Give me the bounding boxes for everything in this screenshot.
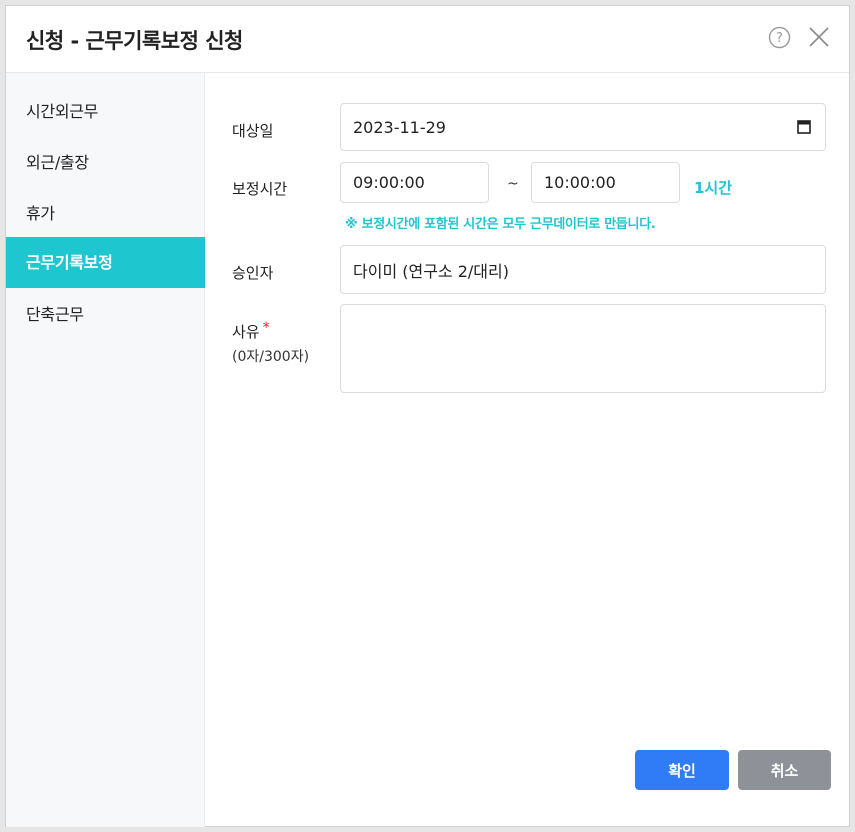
sidebar-item-work-record-correction[interactable]: 근무기록보정 xyxy=(6,237,205,288)
sidebar-item-business-trip[interactable]: 외근/출장 xyxy=(6,137,205,188)
confirm-button[interactable]: 확인 xyxy=(635,750,729,790)
close-icon[interactable] xyxy=(808,26,830,48)
application-dialog: 신청 - 근무기록보정 신청 ? 시간외근무 외근/출장 휴가 근무기록보정 단… xyxy=(5,5,850,827)
sidebar: 시간외근무 외근/출장 휴가 근무기록보정 단축근무 xyxy=(6,73,205,827)
approver-field[interactable]: 다이미 (연구소 2/대리) xyxy=(340,245,826,294)
end-time-field[interactable]: 10:00:00 xyxy=(531,162,680,203)
approver-value: 다이미 (연구소 2/대리) xyxy=(353,261,509,281)
target-date-label: 대상일 xyxy=(232,122,274,140)
target-date-value: 2023-11-29 xyxy=(353,117,446,137)
reason-label: 사유 * xyxy=(232,320,270,342)
dialog-header: 신청 - 근무기록보정 신청 ? xyxy=(6,6,849,73)
calendar-icon[interactable] xyxy=(797,119,811,134)
dialog-title: 신청 - 근무기록보정 신청 xyxy=(26,29,243,53)
reason-char-count: (0자/300자) xyxy=(232,349,310,365)
sidebar-item-overtime[interactable]: 시간외근무 xyxy=(6,86,205,137)
help-icon[interactable]: ? xyxy=(768,26,791,49)
end-time-value: 10:00:00 xyxy=(544,173,616,192)
reason-textarea[interactable] xyxy=(340,304,826,393)
time-range-separator: ~ xyxy=(507,176,519,192)
target-date-field[interactable]: 2023-11-29 xyxy=(340,103,826,151)
sidebar-item-reduced-hours[interactable]: 단축근무 xyxy=(6,289,205,340)
sidebar-item-leave[interactable]: 휴가 xyxy=(6,188,205,239)
start-time-value: 09:00:00 xyxy=(353,173,425,192)
cancel-button[interactable]: 취소 xyxy=(738,750,831,790)
reason-label-text: 사유 xyxy=(232,323,260,341)
approver-label: 승인자 xyxy=(232,264,274,282)
correction-time-label: 보정시간 xyxy=(232,180,288,198)
correction-notice: ※ 보정시간에 포함된 시간은 모두 근무데이터로 만듭니다. xyxy=(345,217,656,232)
required-mark: * xyxy=(262,320,270,336)
svg-text:?: ? xyxy=(776,31,783,46)
duration-text: 1시간 xyxy=(694,179,733,197)
start-time-field[interactable]: 09:00:00 xyxy=(340,162,489,203)
